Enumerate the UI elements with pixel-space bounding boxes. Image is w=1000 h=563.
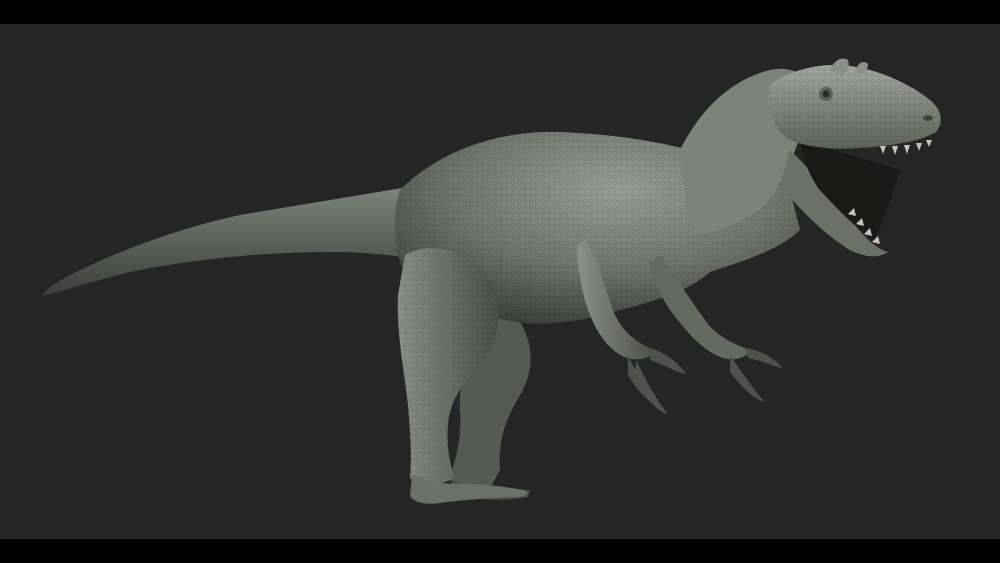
letterbox-bottom [0, 539, 1000, 563]
far-arm [650, 255, 782, 402]
render-viewport [0, 24, 1000, 539]
render-frame [0, 0, 1000, 563]
tail [42, 185, 420, 296]
dinosaur-sculpt [42, 58, 941, 504]
nostril [923, 115, 933, 121]
letterbox-top [0, 0, 1000, 24]
